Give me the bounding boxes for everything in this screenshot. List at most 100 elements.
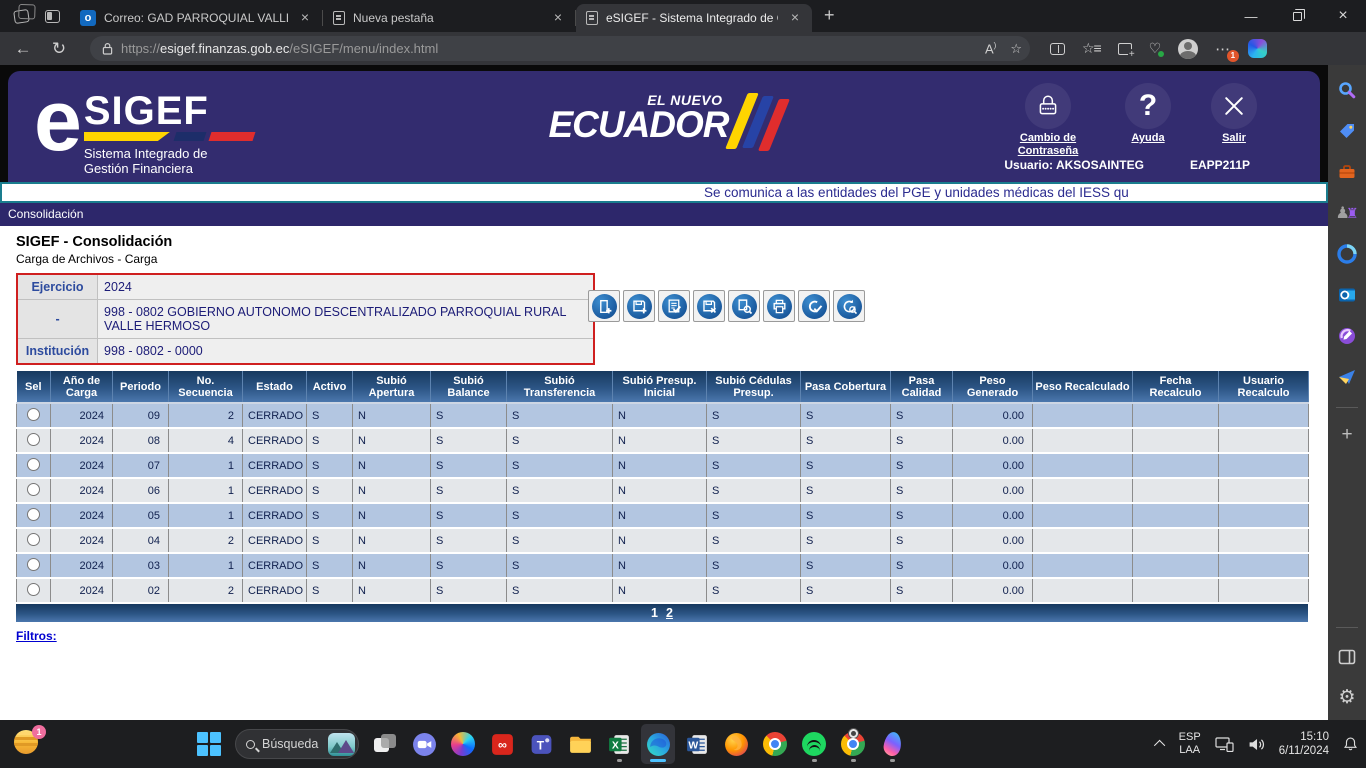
taskbar-app-chrome-work[interactable] (836, 724, 870, 764)
taskbar-app-design-flame[interactable] (875, 724, 909, 764)
tab-close-icon[interactable]: × (549, 9, 567, 27)
browser-essentials-icon[interactable]: ♡ (1149, 40, 1162, 57)
taskbar-app-copilot[interactable] (446, 724, 480, 764)
widgets-button[interactable]: 1 (14, 730, 42, 758)
table-cell: S (507, 403, 613, 428)
new-record-icon (592, 294, 617, 319)
volume-icon[interactable] (1248, 737, 1265, 752)
sidebar-add-icon[interactable]: + (1341, 427, 1352, 443)
taskbar-search[interactable]: Búsqueda (235, 729, 359, 759)
tray-chevron-icon[interactable] (1154, 740, 1165, 751)
tab-close-icon[interactable]: × (786, 9, 804, 27)
row-select-radio[interactable] (27, 533, 40, 546)
read-aloud-icon[interactable]: A) (985, 41, 996, 56)
minimize-button[interactable]: — (1228, 0, 1274, 32)
address-bar[interactable]: https://esigef.finanzas.gob.ec/eSIGEF/me… (90, 36, 1030, 61)
workspaces-icon[interactable] (13, 9, 30, 24)
split-screen-icon[interactable] (1050, 43, 1065, 55)
taskbar-app-task-view[interactable] (368, 724, 402, 764)
table-cell: 0.00 (953, 503, 1033, 528)
new-tab-button[interactable]: + (812, 5, 847, 32)
favorite-star-icon[interactable]: ☆ (1010, 41, 1022, 57)
games-icon[interactable]: ♟♜ (1336, 202, 1358, 224)
row-select-radio[interactable] (27, 483, 40, 496)
new-record-button[interactable] (588, 290, 620, 322)
settings-gear-icon[interactable]: ⚙ (1336, 686, 1358, 708)
search-highlight-image (328, 733, 355, 756)
table-cell: S (507, 453, 613, 478)
tab-actions-icon[interactable] (45, 10, 60, 23)
table-row: 2024061CERRADOSNSSNSSS0.00 (17, 478, 1309, 503)
table-cell: 1 (169, 453, 243, 478)
back-icon[interactable]: ← (8, 39, 38, 59)
row-select-radio[interactable] (27, 408, 40, 421)
clock[interactable]: 15:106/11/2024 (1279, 730, 1329, 758)
table-cell (1133, 428, 1219, 453)
taskbar-app-chrome[interactable] (758, 724, 792, 764)
file-explorer-icon (568, 732, 593, 757)
tab-close-icon[interactable]: × (296, 9, 314, 27)
notification-bell-icon[interactable] (1343, 736, 1358, 752)
change-password-button[interactable]: Cambio de Contraseña (1006, 83, 1090, 158)
row-select-radio[interactable] (27, 583, 40, 596)
table-cell (1219, 553, 1309, 578)
column-header: Activo (307, 371, 353, 403)
row-select-radio[interactable] (27, 458, 40, 471)
more-menu-icon[interactable]: ⋯1 (1215, 40, 1231, 58)
taskbar-app-chat[interactable] (407, 724, 441, 764)
copilot-icon[interactable] (1248, 39, 1267, 58)
sidebar-search-icon[interactable] (1336, 79, 1358, 101)
table-cell: N (613, 553, 707, 578)
taskbar-app-excel[interactable]: X (602, 724, 636, 764)
table-cell: S (801, 403, 891, 428)
row-select-radio[interactable] (27, 558, 40, 571)
row-select-radio[interactable] (27, 508, 40, 521)
taskbar-app-word[interactable]: W (680, 724, 714, 764)
close-button[interactable]: × (1320, 0, 1366, 32)
table-row: 2024071CERRADOSNSSNSSS0.00 (17, 453, 1309, 478)
print-button[interactable] (763, 290, 795, 322)
favorites-hub-icon[interactable]: ☆≡ (1082, 40, 1101, 57)
browser-tab[interactable]: eSIGEF - Sistema Integrado de G× (576, 4, 812, 32)
table-cell: 0.00 (953, 478, 1033, 503)
table-cell: S (307, 553, 353, 578)
start-button[interactable] (192, 724, 226, 764)
microsoft365-icon[interactable] (1336, 243, 1358, 265)
form-check-button[interactable] (658, 290, 690, 322)
browser-tab[interactable]: Nueva pestaña× (323, 4, 575, 32)
view-detail-button[interactable] (728, 290, 760, 322)
filters-link[interactable]: Filtros: (16, 629, 57, 643)
save-new-button[interactable] (623, 290, 655, 322)
exit-button[interactable]: Salir (1206, 83, 1262, 158)
drop-icon[interactable] (1336, 366, 1358, 388)
taskbar-app-acrobat[interactable]: ∞ (485, 724, 519, 764)
taskbar-app-teams[interactable]: T (524, 724, 558, 764)
menu-bar-consolidacion[interactable]: Consolidación (0, 203, 1328, 226)
taskbar-app-spotify[interactable] (797, 724, 831, 764)
cast-device-icon[interactable] (1215, 737, 1234, 752)
taskbar-app-firefox[interactable] (719, 724, 753, 764)
taskbar-app-edge[interactable] (641, 724, 675, 764)
refresh-icon[interactable]: ↻ (44, 39, 74, 59)
tools-icon[interactable] (1336, 161, 1358, 183)
taskbar: 1 Búsqueda ∞T X W ESPLAA 15:106/11/2024 (0, 720, 1366, 768)
save-delete-button[interactable] (693, 290, 725, 322)
table-cell: S (507, 553, 613, 578)
validate-button[interactable] (798, 290, 830, 322)
outlook-icon[interactable] (1336, 284, 1358, 306)
taskbar-app-file-explorer[interactable] (563, 724, 597, 764)
customize-sidebar-icon[interactable] (1336, 646, 1358, 668)
table-cell: 07 (113, 453, 169, 478)
row-select-radio[interactable] (27, 433, 40, 446)
language-indicator[interactable]: ESPLAA (1179, 731, 1201, 757)
refresh-query-button[interactable] (833, 290, 865, 322)
profile-avatar[interactable] (1178, 39, 1198, 59)
restore-button[interactable] (1274, 0, 1320, 32)
table-cell (1033, 478, 1133, 503)
page-number-link[interactable]: 2 (666, 606, 673, 620)
shopping-icon[interactable] (1336, 120, 1358, 142)
designer-icon[interactable] (1336, 325, 1358, 347)
collections-icon[interactable] (1118, 43, 1132, 55)
help-button[interactable]: ? Ayuda (1120, 83, 1176, 158)
browser-tab[interactable]: oCorreo: GAD PARROQUIAL VALLE× (70, 4, 322, 32)
